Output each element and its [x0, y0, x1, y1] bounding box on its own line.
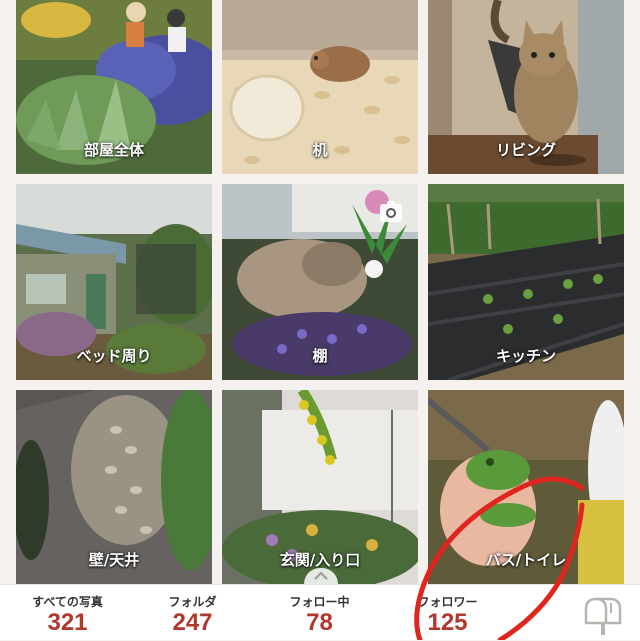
folder-tile-room[interactable]: 部屋全体: [16, 0, 212, 174]
stat-value: 247: [172, 609, 213, 636]
folder-tile-kitchen[interactable]: キッチン: [428, 184, 624, 380]
camera-icon: [380, 201, 402, 222]
stat-followers[interactable]: フォロワー 125: [390, 585, 505, 641]
stat-label: フォロー中: [289, 595, 350, 609]
folder-label: 玄関/入り口: [279, 551, 361, 569]
stat-folders[interactable]: フォルダ 247: [135, 585, 250, 641]
stat-following[interactable]: フォロー中 78: [262, 585, 377, 641]
folder-label: リビング: [495, 141, 556, 159]
folder-label: ベッド周り: [76, 347, 152, 365]
folder-label: バス/トイレ: [485, 551, 567, 569]
folder-label: キッチン: [495, 347, 556, 365]
folder-tile-bed[interactable]: ベッド周り: [16, 184, 212, 380]
stat-all-photos[interactable]: すべての写真 321: [10, 585, 125, 641]
mailbox-icon[interactable]: [580, 595, 624, 635]
stat-label: すべての写真: [32, 595, 103, 609]
folder-tile-entrance[interactable]: 玄関/入り口: [222, 390, 418, 584]
stat-label: フォルダ: [168, 595, 217, 609]
folder-label: 壁/天井: [88, 551, 140, 569]
folder-label: 机: [312, 141, 328, 159]
folder-tile-living[interactable]: リビング: [428, 0, 624, 174]
folder-tile-shelf[interactable]: 棚: [222, 184, 418, 380]
folder-tile-bath[interactable]: バス/トイレ: [428, 390, 624, 584]
stat-label: フォロワー: [417, 595, 478, 609]
folder-label: 部屋全体: [83, 141, 144, 159]
stat-value: 78: [306, 609, 333, 636]
stat-value: 125: [427, 609, 468, 636]
chevron-up-icon: [314, 571, 328, 580]
folder-tile-wall[interactable]: 壁/天井: [16, 390, 212, 584]
folder-grid: 部屋全体 机 リビング ベッド周り 棚 キッチン 壁/天井 玄関/入り口 バス/…: [0, 0, 640, 588]
stat-value: 321: [47, 609, 88, 636]
profile-stats-bar: すべての写真 321 フォルダ 247 フォロー中 78 フォロワー 125: [0, 584, 640, 640]
folder-tile-desk[interactable]: 机: [222, 0, 418, 174]
folder-label: 棚: [312, 347, 328, 365]
